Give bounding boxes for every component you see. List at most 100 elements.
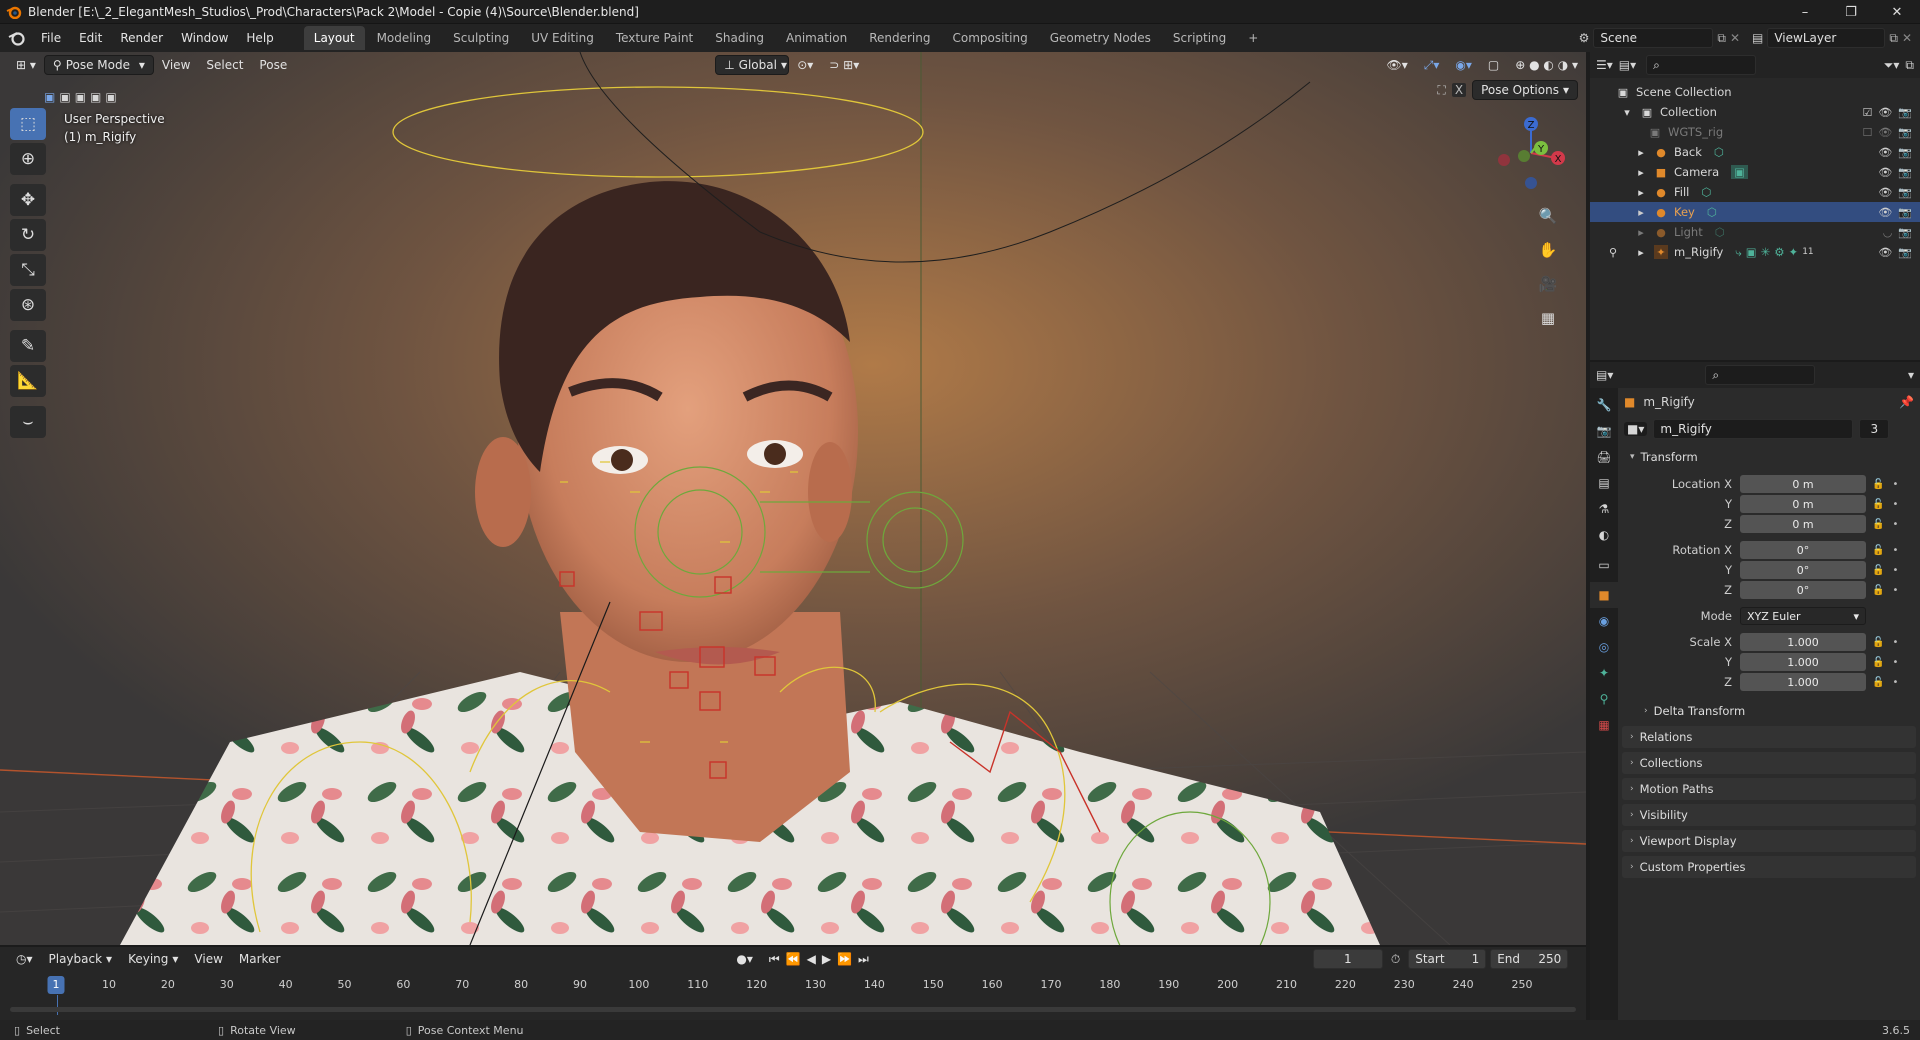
collection-tab-icon[interactable]: ▭	[1590, 552, 1618, 578]
physics-tab-icon[interactable]: ◎	[1590, 634, 1618, 660]
cursor-tool[interactable]: ⊕	[10, 143, 46, 175]
keyframe-dot-icon[interactable]: •	[1892, 499, 1898, 510]
expand-arrow-icon[interactable]: ▸	[1634, 185, 1648, 199]
chevron-down-icon[interactable]: ▾	[1908, 368, 1914, 382]
keying-menu[interactable]: Keying ▾	[120, 949, 186, 969]
transform-affect-icon[interactable]: ⛶	[1437, 83, 1445, 98]
menu-file[interactable]: File	[32, 24, 70, 52]
shading-modes-icon[interactable]: ⊕ ● ◐ ◑ ▾	[1507, 55, 1586, 75]
lock-icon[interactable]: 🔓	[1872, 545, 1884, 556]
menu-render[interactable]: Render	[111, 24, 172, 52]
expand-arrow-icon[interactable]: ▸	[1634, 165, 1648, 179]
minimize-button[interactable]: –	[1782, 0, 1828, 24]
select-invert-icon[interactable]: ▣	[90, 90, 101, 104]
outliner-editor-icon[interactable]: ☰▾	[1596, 58, 1613, 72]
object-tab-icon[interactable]: ■	[1590, 582, 1618, 608]
visibility-icon[interactable]: 👁▾	[1379, 55, 1416, 75]
bone-relax-tool[interactable]: ⌣	[10, 406, 46, 438]
maximize-button[interactable]: ❐	[1828, 0, 1874, 24]
outliner-item-key[interactable]: ▸ ● Key ⬡ 👁 📷	[1590, 202, 1920, 222]
playback-menu[interactable]: Playback ▾	[41, 949, 121, 969]
filter-icon[interactable]: ⏷▾	[1884, 58, 1900, 73]
location-x-field[interactable]: 0 m	[1740, 475, 1866, 493]
rotation-y-field[interactable]: 0°	[1740, 561, 1866, 579]
checkbox-icon[interactable]: ☑	[1862, 106, 1872, 119]
camera-icon[interactable]: 📷	[1898, 106, 1912, 119]
eye-icon[interactable]: 👁	[1878, 126, 1892, 139]
display-mode-icon[interactable]: ▤▾	[1619, 58, 1636, 72]
expand-arrow-icon[interactable]: ▸	[1634, 145, 1648, 159]
tab-texture-paint[interactable]: Texture Paint	[606, 26, 703, 50]
menu-select[interactable]: Select	[198, 55, 251, 75]
location-z-field[interactable]: 0 m	[1740, 515, 1866, 533]
tab-sculpting[interactable]: Sculpting	[443, 26, 519, 50]
playback-controls[interactable]: ⏮⏪◀▶⏩⏭	[761, 949, 883, 969]
lock-icon[interactable]: 🔓	[1872, 479, 1884, 490]
overlay-toggle-icon[interactable]: ◉▾	[1447, 55, 1480, 75]
navigation-gizmo[interactable]: Z X Y 🔍 ✋ 🎥 ▦	[1486, 108, 1576, 368]
tab-shading[interactable]: Shading	[705, 26, 774, 50]
menu-help[interactable]: Help	[237, 24, 282, 52]
select-box-tool[interactable]: ⬚	[10, 108, 46, 140]
close-button[interactable]: ✕	[1874, 0, 1920, 24]
gizmo-toggle-icon[interactable]: ⤢▾	[1416, 55, 1448, 75]
expand-arrow-icon[interactable]: ▾	[1620, 105, 1634, 119]
collection-row[interactable]: ▾ ▣ Collection ☑ 👁 📷	[1590, 102, 1920, 122]
eye-icon[interactable]: 👁	[1878, 186, 1892, 199]
checkbox-icon[interactable]: ☐	[1862, 126, 1872, 139]
keyframe-dot-icon[interactable]: •	[1892, 565, 1898, 576]
tab-animation[interactable]: Animation	[776, 26, 857, 50]
record-icon[interactable]: ●▾	[728, 949, 761, 969]
camera-icon[interactable]: 📷	[1898, 126, 1912, 139]
motion-paths-panel-header[interactable]: › Motion Paths	[1622, 778, 1916, 800]
outliner-item-camera[interactable]: ▸ ■ Camera ▣ 👁 📷	[1590, 162, 1920, 182]
new-collection-icon[interactable]: ⧉	[1905, 58, 1914, 73]
pose-mode-indicator-icon[interactable]: ⚲	[1606, 245, 1620, 259]
scale-tool[interactable]: ⤡	[10, 254, 46, 286]
modifier-tab-icon[interactable]: ◉	[1590, 608, 1618, 634]
current-frame-field[interactable]: 1	[1312, 949, 1383, 969]
keyframe-dot-icon[interactable]: •	[1892, 519, 1898, 530]
outliner-search-input[interactable]: ⌕	[1646, 55, 1757, 75]
clock-icon[interactable]: ⏱	[1391, 952, 1400, 967]
tab-scripting[interactable]: Scripting	[1163, 26, 1236, 50]
scale-x-field[interactable]: 1.000	[1740, 633, 1866, 651]
camera-icon[interactable]: 📷	[1898, 246, 1912, 259]
playhead[interactable]: 1	[47, 976, 65, 994]
armature-data-tab-icon[interactable]: ⚲	[1590, 686, 1618, 712]
lock-icon[interactable]: 🔓	[1872, 585, 1884, 596]
lock-icon[interactable]: 🔓	[1872, 637, 1884, 648]
select-subtract-icon[interactable]: ▣	[75, 90, 86, 104]
3d-viewport[interactable]: ⊞ ▾ ⚲ Pose Mode ▾ View Select Pose ⊥ Global…	[0, 52, 1586, 945]
keyframe-dot-icon[interactable]: •	[1892, 545, 1898, 556]
location-y-field[interactable]: 0 m	[1740, 495, 1866, 513]
perspective-grid-icon[interactable]: ▦	[1534, 304, 1562, 332]
user-count-badge[interactable]: 3	[1859, 419, 1890, 439]
rotation-mode-select[interactable]: XYZ Euler ▾	[1740, 607, 1866, 625]
snap-icon[interactable]: ⊃ ⊞▾	[821, 55, 867, 75]
view-layer-selector[interactable]: ViewLayer	[1767, 28, 1886, 48]
new-view-layer-icon[interactable]: ⧉	[1889, 31, 1898, 46]
measure-tool[interactable]: 📐	[10, 365, 46, 397]
constraint-tab-icon[interactable]: ✦	[1590, 660, 1618, 686]
tab-rendering[interactable]: Rendering	[859, 26, 940, 50]
marker-menu[interactable]: Marker	[231, 949, 288, 969]
mode-selector[interactable]: ⚲ Pose Mode ▾	[43, 55, 154, 75]
lock-icon[interactable]: 🔓	[1872, 519, 1884, 530]
pan-hand-icon[interactable]: ✋	[1534, 236, 1562, 264]
keyframe-dot-icon[interactable]: •	[1892, 637, 1898, 648]
remove-view-layer-icon[interactable]: ✕	[1902, 31, 1912, 45]
lock-icon[interactable]: 🔓	[1872, 499, 1884, 510]
eye-icon[interactable]: 👁	[1878, 106, 1892, 119]
scale-y-field[interactable]: 1.000	[1740, 653, 1866, 671]
lock-icon[interactable]: 🔓	[1872, 565, 1884, 576]
render-tab-icon[interactable]: 📷	[1590, 418, 1618, 444]
menu-edit[interactable]: Edit	[70, 24, 111, 52]
camera-icon[interactable]: 📷	[1898, 166, 1912, 179]
transform-orientation-selector[interactable]: ⊥ Global ▾	[715, 55, 790, 75]
camera-view-icon[interactable]: 🎥	[1534, 270, 1562, 298]
timeline-ruler[interactable]: 1 10 20 30 40 50 60 70 80 90 100 110 120 130 140 150 16…	[0, 975, 1586, 997]
camera-icon[interactable]: 📷	[1898, 146, 1912, 159]
datablock-browse-icon[interactable]: ■▾	[1624, 422, 1648, 436]
tool-tab-icon[interactable]: 🔧	[1590, 392, 1618, 418]
